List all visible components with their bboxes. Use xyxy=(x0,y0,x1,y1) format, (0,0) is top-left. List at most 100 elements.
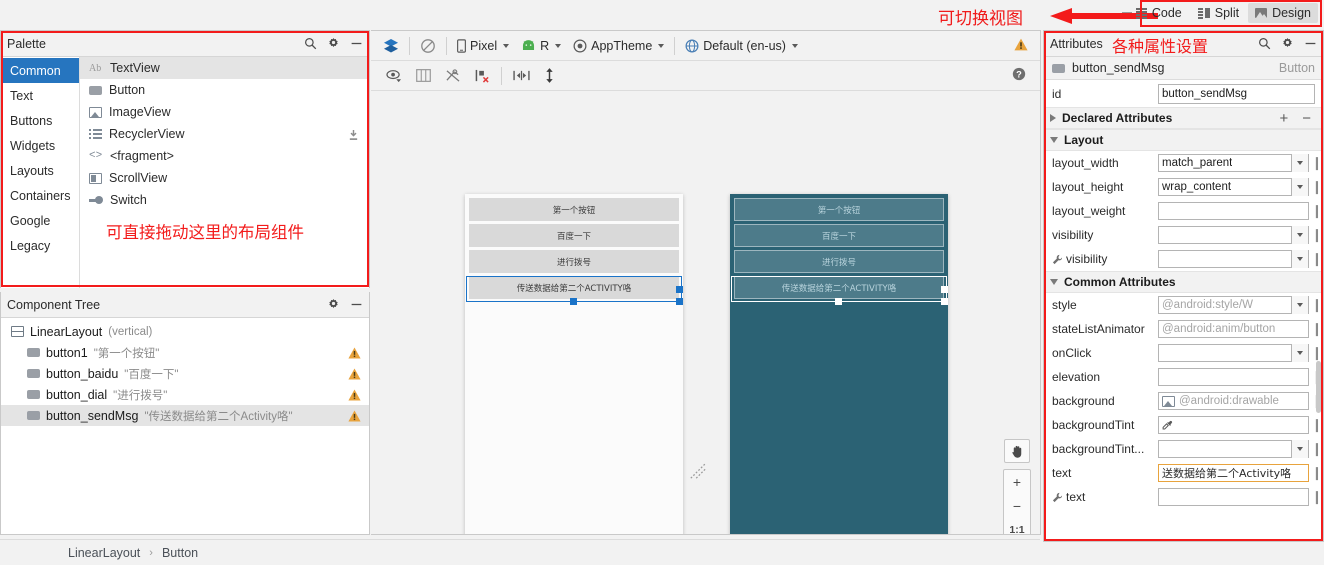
search-icon[interactable] xyxy=(304,37,317,50)
attr-input-elevation[interactable] xyxy=(1158,368,1309,386)
attr-input-layout-weight[interactable] xyxy=(1158,202,1309,220)
resource-picker-icon[interactable]: ❙ xyxy=(1311,227,1323,243)
dropdown-arrow-icon[interactable] xyxy=(1291,296,1308,314)
blueprint-button-1[interactable]: 第一个按钮 xyxy=(734,198,944,221)
minimize-icon[interactable] xyxy=(1304,37,1317,50)
section-layout[interactable]: Layout xyxy=(1044,129,1323,151)
selection-handle-bottom[interactable] xyxy=(835,298,842,305)
tab-split[interactable]: Split xyxy=(1191,3,1246,23)
resource-picker-icon[interactable]: ❙ xyxy=(1311,417,1323,433)
palette-item-button[interactable]: Button xyxy=(80,79,369,101)
theme-selector[interactable]: AppTheme xyxy=(567,37,670,55)
tree-row-button-dial[interactable]: button_dial "进行拨号" xyxy=(1,384,369,405)
warning-icon[interactable] xyxy=(348,410,361,422)
warning-icon[interactable] xyxy=(348,347,361,359)
palette-category-google[interactable]: Google xyxy=(1,208,79,233)
attr-input-statelistanimator[interactable]: @android:anim/button xyxy=(1158,320,1309,338)
minimize-icon[interactable] xyxy=(350,37,363,50)
attr-input-style[interactable]: @android:style/W xyxy=(1158,296,1309,314)
palette-category-buttons[interactable]: Buttons xyxy=(1,108,79,133)
palette-item-scrollview[interactable]: ScrollView xyxy=(80,167,369,189)
expand-vertical-button[interactable] xyxy=(537,66,562,85)
dropdown-arrow-icon[interactable] xyxy=(1291,250,1308,268)
pack-horizontal-button[interactable] xyxy=(506,67,537,84)
search-icon[interactable] xyxy=(1258,37,1271,50)
dropdown-arrow-icon[interactable] xyxy=(1291,440,1308,458)
tab-design[interactable]: Design xyxy=(1248,3,1318,23)
dropdown-arrow-icon[interactable] xyxy=(1291,344,1308,362)
palette-category-common[interactable]: Common xyxy=(1,58,79,83)
download-icon[interactable] xyxy=(348,129,359,141)
zoom-out-button[interactable]: − xyxy=(1004,494,1030,518)
palette-item-switch[interactable]: Switch xyxy=(80,189,369,211)
attr-input-onclick[interactable] xyxy=(1158,344,1309,362)
attr-input-visibility-tools[interactable] xyxy=(1158,250,1309,268)
tab-code[interactable]: Code xyxy=(1129,3,1189,23)
dropdown-arrow-icon[interactable] xyxy=(1291,178,1308,196)
palette-item-recyclerview[interactable]: RecyclerView xyxy=(80,123,369,145)
selection-handle-right[interactable] xyxy=(941,286,948,293)
resource-picker-icon[interactable]: ❙ xyxy=(1311,155,1323,171)
warning-icon[interactable] xyxy=(348,389,361,401)
breadcrumb-item-linearlayout[interactable]: LinearLayout xyxy=(68,546,140,560)
resource-picker-icon[interactable]: ❙ xyxy=(1311,345,1323,361)
attr-input-id[interactable]: button_sendMsg xyxy=(1158,83,1315,104)
blueprint-button-4[interactable]: 传送数据给第二个ACTIVITY咯 xyxy=(734,276,944,299)
palette-category-containers[interactable]: Containers xyxy=(1,183,79,208)
attr-input-layout-width[interactable]: match_parent xyxy=(1158,154,1309,172)
hide-constraints-button[interactable] xyxy=(438,67,468,85)
locale-selector[interactable]: Default (en-us) xyxy=(679,37,804,55)
resource-picker-icon[interactable]: ❙ xyxy=(1311,465,1323,481)
device-selector[interactable]: Pixel xyxy=(451,37,515,55)
selection-handle-bottom[interactable] xyxy=(570,298,577,305)
attr-input-backgroundtintmode[interactable] xyxy=(1158,440,1309,458)
design-canvas[interactable]: 第一个按钮 百度一下 进行拨号 传送数据给第二个ACTIVITY咯 第一个按钮 … xyxy=(371,91,1040,534)
tree-row-linearlayout[interactable]: LinearLayout (vertical) xyxy=(1,321,369,342)
palette-category-widgets[interactable]: Widgets xyxy=(1,133,79,158)
blueprint-button-2[interactable]: 百度一下 xyxy=(734,224,944,247)
selection-handle-right[interactable] xyxy=(676,286,683,293)
palette-category-text[interactable]: Text xyxy=(1,83,79,108)
zoom-in-button[interactable]: + xyxy=(1004,470,1030,494)
remove-attribute-button[interactable]: − xyxy=(1302,110,1311,127)
blueprint-button-3[interactable]: 进行拨号 xyxy=(734,250,944,273)
palette-category-layouts[interactable]: Layouts xyxy=(1,158,79,183)
palette-item-fragment[interactable]: <> <fragment> xyxy=(80,145,369,167)
device-preview-design[interactable]: 第一个按钮 百度一下 进行拨号 传送数据给第二个ACTIVITY咯 xyxy=(465,194,683,534)
layout-columns-button[interactable] xyxy=(409,67,438,84)
add-attribute-button[interactable]: + xyxy=(1279,110,1288,127)
tree-row-button-sendmsg[interactable]: button_sendMsg "传送数据给第二个Activity咯" xyxy=(1,405,369,426)
palette-item-textview[interactable]: Ab TextView xyxy=(80,57,369,79)
resource-picker-icon[interactable]: ❙ xyxy=(1311,297,1323,313)
preview-button-4[interactable]: 传送数据给第二个ACTIVITY咯 xyxy=(469,276,679,299)
breadcrumb-item-button[interactable]: Button xyxy=(162,546,198,560)
attr-input-backgroundtint[interactable] xyxy=(1158,416,1309,434)
view-options-button[interactable] xyxy=(379,67,409,85)
resource-picker-icon[interactable]: ❙ xyxy=(1311,321,1323,337)
blueprint-toggle-button[interactable] xyxy=(414,36,442,56)
resource-picker-icon[interactable]: ❙ xyxy=(1311,441,1323,457)
resource-picker-icon[interactable]: ❙ xyxy=(1311,203,1323,219)
gear-icon[interactable] xyxy=(327,37,340,50)
resource-picker-icon[interactable]: ❙ xyxy=(1311,489,1323,505)
attr-input-visibility[interactable] xyxy=(1158,226,1309,244)
help-icon[interactable]: ? xyxy=(1012,67,1026,81)
attr-input-layout-height[interactable]: wrap_content xyxy=(1158,178,1309,196)
preview-button-1[interactable]: 第一个按钮 xyxy=(469,198,679,221)
eyedropper-icon[interactable] xyxy=(1162,420,1173,431)
minimize-icon[interactable] xyxy=(350,298,363,311)
zoom-actual-size-button[interactable]: 1:1 xyxy=(1004,518,1030,534)
dropdown-arrow-icon[interactable] xyxy=(1291,226,1308,244)
warning-icon[interactable] xyxy=(348,368,361,380)
canvas-resize-grip[interactable] xyxy=(689,462,707,480)
resource-picker-icon[interactable]: ❙ xyxy=(1311,179,1323,195)
attributes-scrollbar[interactable] xyxy=(1316,361,1321,413)
attr-input-text-tools[interactable] xyxy=(1158,488,1309,506)
tree-row-button1[interactable]: button1 "第一个按钮" xyxy=(1,342,369,363)
gear-icon[interactable] xyxy=(327,298,340,311)
palette-item-imageview[interactable]: ImageView xyxy=(80,101,369,123)
dropdown-arrow-icon[interactable] xyxy=(1291,154,1308,172)
section-declared-attributes[interactable]: Declared Attributes + − xyxy=(1044,107,1323,129)
resource-picker-icon[interactable]: ❙ xyxy=(1311,251,1323,267)
warning-icon[interactable] xyxy=(1014,38,1028,51)
